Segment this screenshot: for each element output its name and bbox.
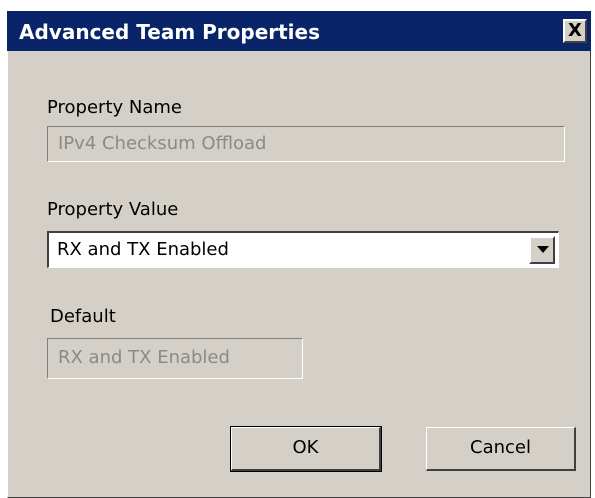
property-value-selected: RX and TX Enabled [57, 239, 229, 260]
property-name-label: Property Name [47, 97, 182, 118]
cancel-button[interactable]: Cancel [426, 427, 576, 471]
property-value-label: Property Value [47, 199, 179, 220]
ok-button[interactable]: OK [230, 426, 382, 472]
dialog-title: Advanced Team Properties [19, 20, 321, 44]
chevron-down-icon [537, 246, 549, 253]
property-name-field: IPv4 Checksum Offload [47, 126, 565, 162]
close-button[interactable]: X [563, 19, 587, 43]
default-value-field: RX and TX Enabled [47, 338, 303, 379]
dropdown-button[interactable] [529, 236, 555, 264]
default-label: Default [50, 306, 116, 327]
title-bar: Advanced Team Properties X [7, 11, 591, 51]
close-icon: X [568, 20, 582, 41]
property-value-dropdown[interactable]: RX and TX Enabled [47, 231, 559, 268]
